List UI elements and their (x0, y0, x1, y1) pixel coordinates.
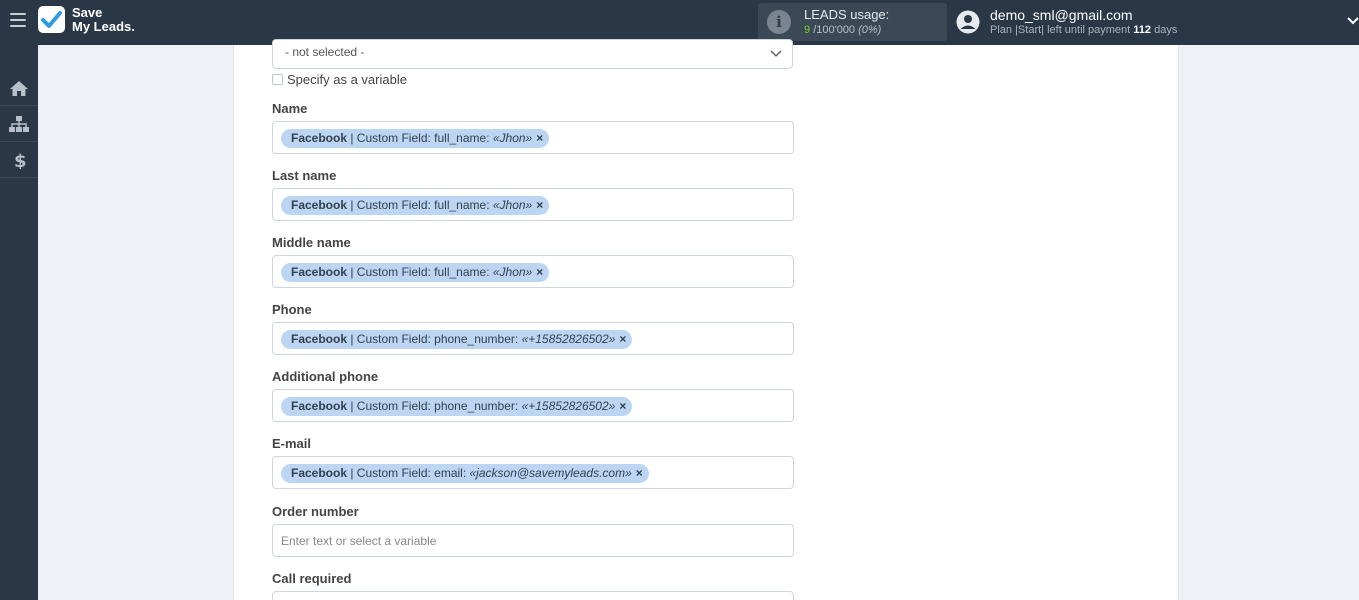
field-input-email[interactable]: Facebook | Custom Field: email: «jackson… (272, 456, 794, 489)
sidebar-item-home[interactable] (0, 70, 38, 106)
field-label-email: E-mail (272, 436, 312, 451)
field-input-phone[interactable]: Facebook | Custom Field: phone_number: «… (272, 322, 794, 355)
home-icon (10, 81, 28, 96)
variable-tag[interactable]: Facebook | Custom Field: full_name: «Jho… (281, 263, 550, 282)
sidebar-item-integrations[interactable] (0, 106, 38, 142)
field-input-name[interactable]: Facebook | Custom Field: full_name: «Jho… (272, 121, 794, 154)
specify-variable-checkbox[interactable] (272, 74, 283, 85)
remove-tag-icon[interactable]: × (619, 332, 626, 346)
field-label-additional-phone: Additional phone (272, 369, 379, 384)
svg-text:$: $ (14, 151, 27, 169)
sitemap-icon (9, 116, 29, 132)
menu-icon[interactable] (10, 13, 26, 31)
field-label-name: Name (272, 101, 308, 116)
field-label-last-name: Last name (272, 168, 337, 183)
field-input-order-number[interactable]: Enter text or select a variable (272, 524, 794, 557)
variable-tag[interactable]: Facebook | Custom Field: full_name: «Jho… (281, 129, 550, 148)
user-plan: Plan |Start| left until payment 112 days (990, 24, 1178, 36)
field-input-last-name[interactable]: Facebook | Custom Field: full_name: «Jho… (272, 188, 794, 221)
leads-percent: (0%) (858, 24, 882, 36)
logo-text[interactable]: Save My Leads. (72, 6, 135, 34)
sidebar: $ (0, 45, 38, 600)
dollar-icon: $ (14, 151, 27, 169)
field-input-middle-name[interactable]: Facebook | Custom Field: full_name: «Jho… (272, 255, 794, 288)
field-label-middle-name: Middle name (272, 235, 351, 250)
sidebar-item-billing[interactable]: $ (0, 142, 38, 178)
logo-icon[interactable] (38, 6, 65, 33)
order-number-placeholder: Enter text or select a variable (281, 534, 437, 548)
leads-usage-panel: i LEADS usage: 9 /100'000 (0%) (758, 3, 947, 41)
field-label-call-required: Call required (272, 571, 352, 586)
remove-tag-icon[interactable]: × (536, 131, 543, 145)
remove-tag-icon[interactable]: × (619, 399, 626, 413)
leads-total: /100'000 (813, 24, 856, 36)
info-icon[interactable]: i (767, 10, 791, 34)
user-avatar-icon[interactable] (956, 10, 980, 34)
field-input-call-required[interactable] (272, 591, 794, 600)
chevron-down-icon[interactable] (1347, 14, 1359, 28)
variable-tag[interactable]: Facebook | Custom Field: phone_number: «… (281, 397, 633, 416)
variable-tag[interactable]: Facebook | Custom Field: email: «jackson… (281, 464, 649, 483)
plan-days: 112 (1133, 24, 1152, 36)
field-label-phone: Phone (272, 302, 312, 317)
field-label-order-number: Order number (272, 504, 359, 519)
user-email[interactable]: demo_sml@gmail.com (990, 7, 1133, 23)
remove-tag-icon[interactable]: × (636, 466, 643, 480)
leads-usage-title: LEADS usage: (804, 7, 890, 22)
content-panel: - not selected - Specify as a variable N… (233, 39, 1179, 600)
variable-tag[interactable]: Facebook | Custom Field: full_name: «Jho… (281, 196, 550, 215)
remove-tag-icon[interactable]: × (536, 198, 543, 212)
variable-tag[interactable]: Facebook | Custom Field: phone_number: «… (281, 330, 633, 349)
select-value: - not selected - (285, 45, 365, 59)
field-input-additional-phone[interactable]: Facebook | Custom Field: phone_number: «… (272, 389, 794, 422)
remove-tag-icon[interactable]: × (536, 265, 543, 279)
chevron-down-icon (770, 50, 782, 57)
leads-usage-count: 9 /100'000 (0%) (804, 24, 881, 36)
leads-used: 9 (804, 24, 811, 36)
specify-variable-label: Specify as a variable (287, 72, 407, 87)
select-dropdown[interactable]: - not selected - (272, 39, 793, 69)
